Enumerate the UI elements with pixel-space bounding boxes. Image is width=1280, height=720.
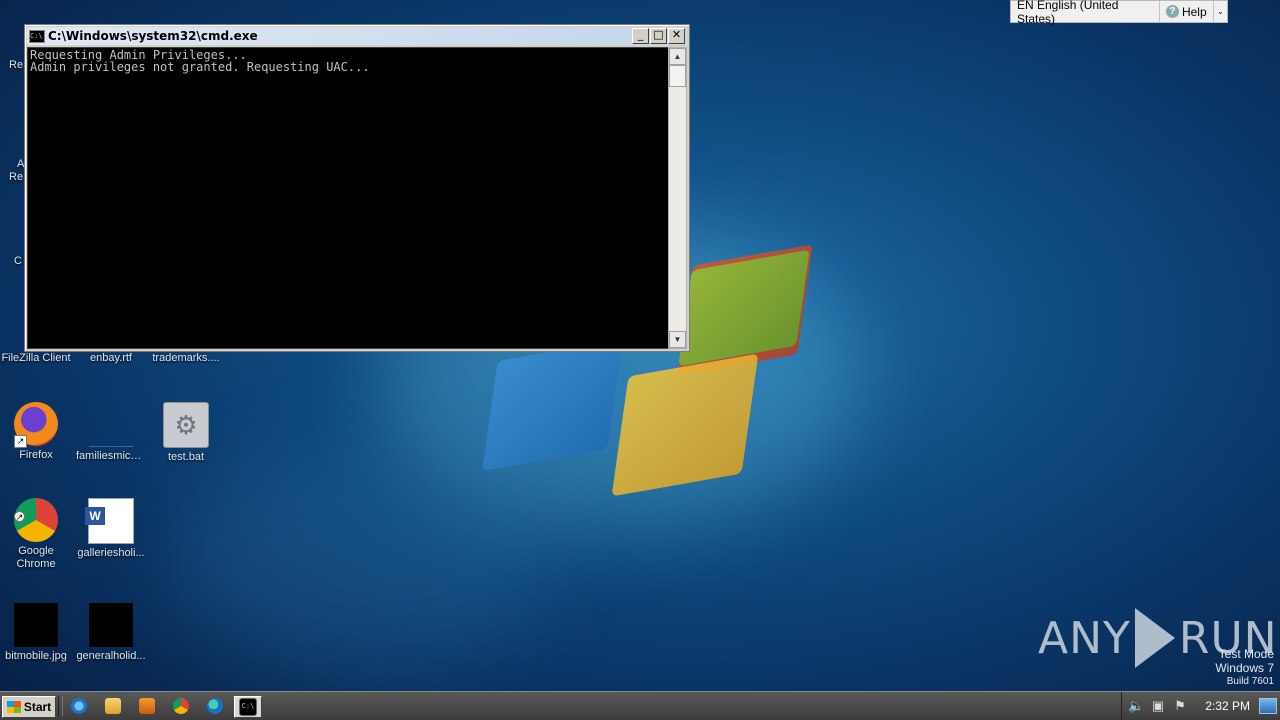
taskbar-edge[interactable] (202, 696, 228, 716)
windows-flag-icon (6, 701, 21, 713)
desktop-icon-label-partial: C (14, 255, 22, 267)
logo-pane (611, 353, 759, 497)
taskbar-file-explorer[interactable] (100, 696, 126, 716)
minimize-button[interactable]: _ (632, 28, 649, 44)
clock[interactable]: 2:32 PM (1205, 699, 1250, 713)
cmd-icon: C:\ (239, 698, 257, 716)
window-controls: _ □ ✕ (632, 28, 685, 44)
taskbar-internet-explorer[interactable] (66, 696, 92, 716)
taskbar-cmd[interactable]: C:\ (234, 696, 262, 718)
desktop-icon-generalholid[interactable]: generalholid... (76, 603, 146, 663)
cmd-titlebar[interactable]: C:\ C:\Windows\system32\cmd.exe _ □ ✕ (27, 27, 687, 45)
help-icon: ? (1165, 5, 1179, 18)
build-line: Build 7601 (1226, 676, 1274, 687)
desktop-icon-label: trademarks.... (152, 352, 220, 364)
logo-pane (482, 338, 623, 472)
chrome-icon (173, 698, 189, 714)
internet-explorer-icon (71, 698, 87, 714)
edge-icon (207, 698, 223, 714)
taskbar-separator (58, 696, 63, 716)
desktop-icon-label: familiesmichi... (76, 450, 146, 462)
test-mode-notice: Test Mode Windows 7 Build 7601 (1215, 647, 1274, 689)
image-thumbnail-icon (14, 603, 58, 647)
desktop-icon-galleriesholi[interactable]: galleriesholi... (76, 498, 146, 560)
action-center-flag-icon[interactable]: ⚑ (1172, 698, 1188, 714)
media-player-icon (139, 698, 155, 714)
help-label: Help (1181, 4, 1207, 19)
desktop-icon-filezilla[interactable]: FileZilla Client (1, 352, 71, 365)
system-tray: 🔈 ▣ ⚑ 2:32 PM (1121, 692, 1280, 720)
language-bar-options-icon[interactable]: ⌄ (1214, 7, 1227, 16)
volume-icon[interactable]: 🔈 (1128, 698, 1144, 714)
help-button[interactable]: ? Help (1160, 1, 1214, 22)
start-button[interactable]: Start (2, 696, 56, 718)
folder-icon (105, 698, 121, 714)
console-output[interactable]: Requesting Admin Privileges... Admin pri… (27, 47, 669, 349)
word-document-icon (85, 498, 134, 544)
desktop-icon-firefox[interactable]: Firefox (1, 402, 71, 462)
desktop-icon-google-chrome[interactable]: Google Chrome (1, 498, 71, 571)
cmd-icon: C:\ (29, 29, 45, 43)
desktop-icon-label: enbay.rtf (90, 352, 132, 364)
desktop-icon-familiesmichi[interactable]: familiesmichi... (76, 402, 146, 463)
language-selector[interactable]: EN English (United States) (1011, 0, 1160, 26)
language-label: EN English (United States) (1017, 0, 1119, 26)
network-icon[interactable]: ▣ (1150, 698, 1166, 714)
desktop-icon-label: FileZilla Client (1, 352, 71, 364)
taskbar: Start C:\ 🔈 ▣ ⚑ 2:32 PM (0, 691, 1280, 720)
desktop-icon-trademarks[interactable]: trademarks.... (151, 352, 221, 365)
close-button[interactable]: ✕ (668, 28, 685, 44)
file-icon (89, 402, 133, 447)
os-version-line: Windows 7 (1215, 661, 1274, 675)
desktop-icon-label: generalholid... (76, 650, 146, 662)
desktop-icon-label: Firefox (19, 449, 53, 461)
watermark-text-left: ANY (1038, 612, 1131, 664)
show-desktop-button[interactable] (1259, 698, 1277, 714)
test-mode-line: Test Mode (1218, 647, 1274, 661)
desktop-icon-bitmobile-jpg[interactable]: bitmobile.jpg (1, 603, 71, 663)
play-icon (1134, 608, 1175, 668)
scroll-up-button[interactable]: ▲ (669, 48, 686, 65)
image-thumbnail-icon (89, 603, 133, 647)
desktop-icon-label: galleriesholi... (77, 547, 145, 559)
taskbar-media-player[interactable] (134, 696, 160, 716)
scrollbar-thumb[interactable] (669, 65, 686, 87)
firefox-icon (14, 402, 58, 448)
desktop-icon-test-bat[interactable]: ⚙ test.bat (151, 402, 221, 464)
language-bar: EN English (United States) ? Help ⌄ (1010, 0, 1228, 26)
batch-file-gear-icon: ⚙ (163, 402, 209, 448)
desktop-icon-label-partial: Re (9, 171, 24, 183)
window-title: C:\Windows\system32\cmd.exe (48, 29, 258, 43)
maximize-button[interactable]: □ (650, 28, 667, 44)
chrome-icon (14, 498, 58, 542)
cmd-window[interactable]: C:\ C:\Windows\system32\cmd.exe _ □ ✕ Re… (24, 24, 690, 352)
desktop-icon-label-partial: Re (9, 59, 24, 71)
vertical-scrollbar[interactable]: ▲ ▼ (668, 47, 687, 349)
scroll-down-button[interactable]: ▼ (669, 331, 686, 348)
desktop-icon-enbay-rtf[interactable]: enbay.rtf (76, 352, 146, 365)
desktop-icon-label: test.bat (167, 451, 205, 463)
start-label: Start (23, 700, 52, 714)
desktop-icon-label: bitmobile.jpg (5, 650, 67, 662)
desktop-icon-label: Google Chrome (16, 545, 56, 570)
taskbar-chrome[interactable] (168, 696, 194, 716)
